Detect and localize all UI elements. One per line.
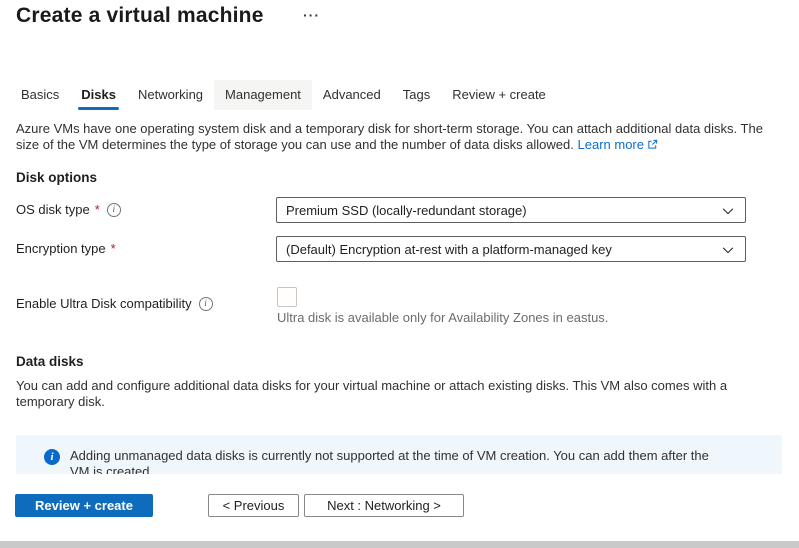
more-options-button[interactable]: ··· <box>303 6 320 24</box>
ultra-disk-helper-text: Ultra disk is available only for Availab… <box>277 310 757 325</box>
os-disk-type-select[interactable]: Premium SSD (locally-redundant storage) <box>276 197 746 223</box>
review-create-button[interactable]: Review + create <box>15 494 153 517</box>
horizontal-scrollbar[interactable] <box>0 541 799 548</box>
encryption-type-label: Encryption type* <box>16 241 116 256</box>
external-link-icon <box>647 138 658 154</box>
page-title: Create a virtual machine <box>16 4 264 28</box>
wizard-footer: Review + create < Previous Next : Networ… <box>0 474 799 541</box>
tab-disks[interactable]: Disks <box>70 80 127 110</box>
tab-tags[interactable]: Tags <box>392 80 441 110</box>
info-banner-text: Adding unmanaged data disks is currently… <box>70 448 710 474</box>
required-asterisk: * <box>111 241 116 256</box>
disk-options-heading: Disk options <box>16 170 97 185</box>
tab-basics[interactable]: Basics <box>10 80 70 110</box>
os-disk-type-label: OS disk type* i <box>16 202 121 217</box>
tab-review-create[interactable]: Review + create <box>441 80 557 110</box>
learn-more-link[interactable]: Learn more <box>578 137 658 152</box>
previous-button[interactable]: < Previous <box>208 494 299 517</box>
data-disks-heading: Data disks <box>16 354 84 369</box>
chevron-down-icon <box>721 243 735 260</box>
disks-intro-text: Azure VMs have one operating system disk… <box>16 121 778 153</box>
info-icon[interactable]: i <box>107 203 121 217</box>
info-banner: i Adding unmanaged data disks is current… <box>16 435 782 474</box>
chevron-down-icon <box>721 204 735 221</box>
info-icon: i <box>44 449 60 465</box>
encryption-type-select[interactable]: (Default) Encryption at-rest with a plat… <box>276 236 746 262</box>
tab-management[interactable]: Management <box>214 80 312 110</box>
tab-networking[interactable]: Networking <box>127 80 214 110</box>
ultra-disk-checkbox[interactable] <box>277 287 297 307</box>
wizard-tabs: Basics Disks Networking Management Advan… <box>10 80 557 110</box>
required-asterisk: * <box>95 202 100 217</box>
data-disks-text: You can add and configure additional dat… <box>16 378 744 409</box>
tab-advanced[interactable]: Advanced <box>312 80 392 110</box>
ultra-disk-label: Enable Ultra Disk compatibility i <box>16 296 213 311</box>
info-icon[interactable]: i <box>199 297 213 311</box>
next-networking-button[interactable]: Next : Networking > <box>304 494 464 517</box>
